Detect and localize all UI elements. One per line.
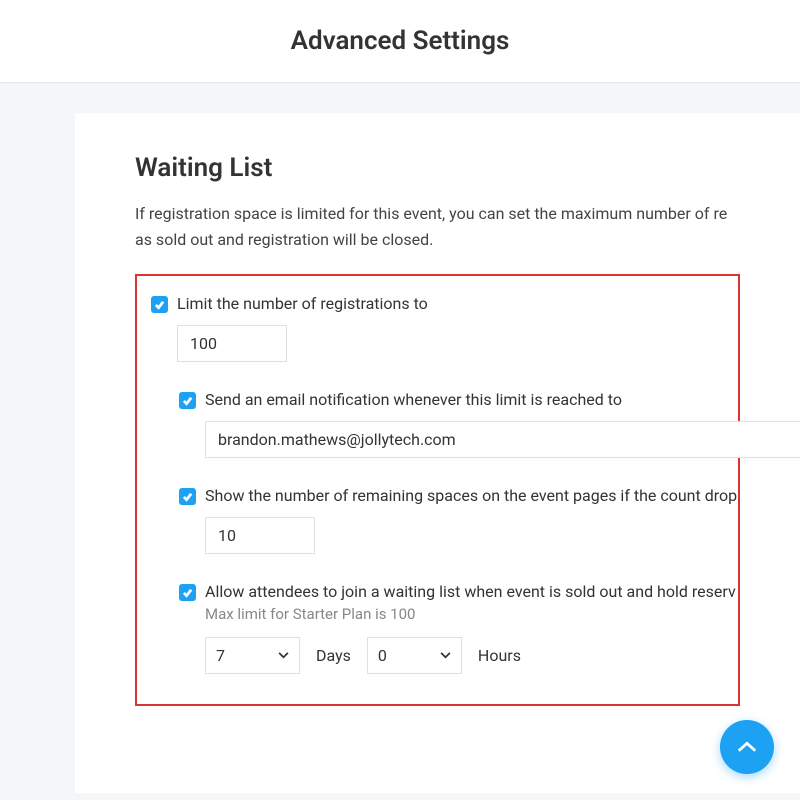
waiting-list-hint: Max limit for Starter Plan is 100 bbox=[205, 605, 724, 623]
email-notify-label: Send an email notification whenever this… bbox=[205, 390, 622, 409]
remaining-spaces-checkbox[interactable] bbox=[179, 488, 196, 505]
check-icon bbox=[182, 587, 193, 598]
remaining-spaces-row: Show the number of remaining spaces on t… bbox=[179, 486, 724, 505]
waiting-list-label: Allow attendees to join a waiting list w… bbox=[205, 582, 736, 601]
limit-registrations-checkbox[interactable] bbox=[151, 296, 168, 313]
chevron-up-icon bbox=[736, 740, 758, 754]
limit-registrations-input[interactable] bbox=[177, 325, 287, 362]
main-container: Waiting List If registration space is li… bbox=[0, 83, 800, 793]
limit-registrations-label: Limit the number of registrations to bbox=[177, 294, 428, 313]
days-value: 7 bbox=[216, 646, 225, 665]
remaining-spaces-input[interactable] bbox=[205, 517, 315, 554]
section-title: Waiting List bbox=[135, 153, 740, 183]
section-description: If registration space is limited for thi… bbox=[135, 201, 740, 252]
page-title: Advanced Settings bbox=[0, 26, 800, 56]
days-label: Days bbox=[316, 646, 351, 665]
waiting-list-checkbox[interactable] bbox=[179, 584, 196, 601]
page-header: Advanced Settings bbox=[0, 0, 800, 83]
sub-settings: Send an email notification whenever this… bbox=[179, 390, 724, 674]
hours-label: Hours bbox=[478, 646, 521, 665]
scroll-to-top-button[interactable] bbox=[720, 720, 774, 774]
waiting-duration-row: 7 Days 0 Hours bbox=[205, 637, 724, 674]
days-select[interactable]: 7 bbox=[205, 637, 300, 674]
check-icon bbox=[154, 299, 165, 310]
hours-value: 0 bbox=[378, 646, 387, 665]
email-notify-row: Send an email notification whenever this… bbox=[179, 390, 724, 409]
email-notify-input[interactable] bbox=[205, 421, 800, 458]
chevron-down-icon bbox=[278, 652, 289, 659]
remaining-spaces-label: Show the number of remaining spaces on t… bbox=[205, 486, 737, 505]
email-notify-checkbox[interactable] bbox=[179, 392, 196, 409]
waiting-list-row: Allow attendees to join a waiting list w… bbox=[179, 582, 724, 601]
check-icon bbox=[182, 395, 193, 406]
limit-registrations-row: Limit the number of registrations to bbox=[151, 294, 724, 313]
hours-select[interactable]: 0 bbox=[367, 637, 462, 674]
settings-card: Waiting List If registration space is li… bbox=[75, 113, 800, 793]
settings-highlight-box: Limit the number of registrations to Sen… bbox=[135, 274, 740, 706]
check-icon bbox=[182, 491, 193, 502]
chevron-down-icon bbox=[440, 652, 451, 659]
